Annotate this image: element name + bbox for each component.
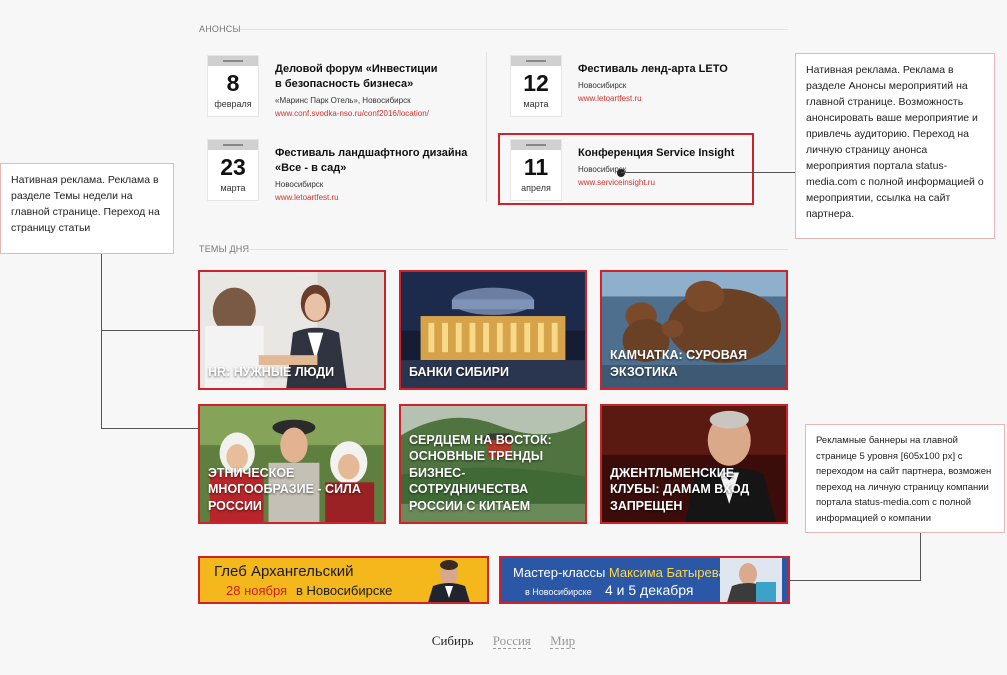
annotation-line xyxy=(621,172,795,173)
event-title[interactable]: Фестиваль ландшафтного дизайна xyxy=(275,146,467,161)
event-card[interactable]: 12 марта Фестиваль ленд-арта LETO Новоси… xyxy=(510,55,728,117)
banner-arkhangelsky[interactable]: Глеб Архангельский 28 ноября в Новосибир… xyxy=(198,556,489,604)
theme-tile-gentlemen[interactable]: Джентльменские клубы: дамам вход запреще… xyxy=(600,404,788,524)
region-tabs: Сибирь Россия Мир xyxy=(0,633,1007,649)
banner-date: 28 ноября xyxy=(226,583,288,598)
banner-dates: 4 и 5 декабря xyxy=(605,582,694,598)
event-day: 23 xyxy=(220,154,246,180)
event-title-line-2[interactable]: в безопасность бизнеса» xyxy=(275,77,438,92)
event-link[interactable]: www.letoartfest.ru xyxy=(275,192,467,203)
banner-city: в Новосибирске xyxy=(525,587,592,597)
calendar-icon: 12 марта xyxy=(510,55,562,117)
calendar-icon: 8 февраля xyxy=(207,55,259,117)
theme-tile-hr[interactable]: HR: нужные люди xyxy=(198,270,386,390)
event-place: «Маринс Парк Отель», Новосибирск xyxy=(275,96,411,105)
banner-speaker-name: Глеб Архангельский xyxy=(214,563,354,580)
theme-tile-caption: Банки Сибири xyxy=(409,364,509,379)
theme-tile-east[interactable]: Сердцем на Восток: основные тренды бизне… xyxy=(399,404,587,524)
calendar-icon: 23 марта xyxy=(207,139,259,201)
event-title[interactable]: Деловой форум «Инвестиции xyxy=(275,62,438,77)
annotation-line xyxy=(788,580,921,581)
event-place: Новосибирск xyxy=(578,81,627,90)
event-title[interactable]: Фестиваль ленд-арта LETO xyxy=(578,62,728,77)
event-card[interactable]: 23 марта Фестиваль ландшафтного дизайна … xyxy=(207,139,467,203)
annotation-line xyxy=(920,533,921,581)
event-place: Новосибирск xyxy=(578,165,627,174)
theme-tile-caption: Джентльменские клубы: дамам вход запреще… xyxy=(610,465,750,513)
event-day: 11 xyxy=(523,154,549,180)
event-link[interactable]: www.conf.svodka-nso.ru/conf2016/location… xyxy=(275,108,438,119)
events-column-divider xyxy=(486,52,487,202)
calendar-icon: 11 апреля xyxy=(510,139,562,201)
event-card[interactable]: 8 февраля Деловой форум «Инвестиции в бе… xyxy=(207,55,438,119)
anons-native-ad-note: Нативная реклама. Реклама в разделе Анон… xyxy=(795,53,995,239)
anons-divider xyxy=(240,29,788,30)
event-month: марта xyxy=(523,99,549,109)
event-title[interactable]: Конференция Service Insight xyxy=(578,146,734,161)
event-link[interactable]: www.serviceinsight.ru xyxy=(578,177,734,188)
banner-speaker-name: Максима Батырева xyxy=(608,565,726,580)
theme-tile-caption: Камчатка: суровая экзотика xyxy=(610,348,748,379)
event-month: февраля xyxy=(214,99,252,109)
banner-title: Мастер-классы Максима Батырева xyxy=(513,565,726,580)
tab-world[interactable]: Мир xyxy=(550,633,576,649)
event-link[interactable]: www.letoartfest.ru xyxy=(578,93,728,104)
tab-siberia[interactable]: Сибирь xyxy=(432,633,474,648)
event-place: Новосибирск xyxy=(275,180,324,189)
annotation-line xyxy=(101,254,102,429)
theme-tile-kamchatka[interactable]: Камчатка: суровая экзотика xyxy=(600,270,788,390)
banners-ad-note: Рекламные баннеры на главной странице 5 … xyxy=(805,424,1005,533)
theme-tile-ethnic[interactable]: Этническое многообразие - сила России xyxy=(198,404,386,524)
themes-heading: ТЕМЫ ДНЯ xyxy=(199,244,250,254)
annotation-dot xyxy=(617,169,625,177)
speaker-photo xyxy=(720,558,782,602)
speaker-photo xyxy=(428,560,470,602)
event-day: 8 xyxy=(226,70,240,96)
event-month: апреля xyxy=(521,183,551,193)
themes-divider xyxy=(245,249,788,250)
event-month: марта xyxy=(220,183,246,193)
theme-tile-caption: Сердцем на Восток: основные тренды бизне… xyxy=(409,432,552,513)
theme-tile-caption: Этническое многообразие - сила России xyxy=(208,465,361,513)
anons-heading: АНОНСЫ xyxy=(199,24,241,34)
banner-batyrev[interactable]: Мастер-классы Максима Батырева в Новосиб… xyxy=(499,556,790,604)
event-title-line-2[interactable]: «Все - в сад» xyxy=(275,161,467,176)
banner-title-prefix: Мастер-классы xyxy=(513,565,606,580)
theme-tile-banks[interactable]: Банки Сибири xyxy=(399,270,587,390)
event-day: 12 xyxy=(523,70,549,96)
banner-city: в Новосибирске xyxy=(296,583,393,598)
themes-native-ad-note: Нативная реклама. Реклама в разделе Темы… xyxy=(0,163,174,254)
theme-tile-caption: HR: нужные люди xyxy=(208,364,335,379)
tab-russia[interactable]: Россия xyxy=(492,633,531,649)
